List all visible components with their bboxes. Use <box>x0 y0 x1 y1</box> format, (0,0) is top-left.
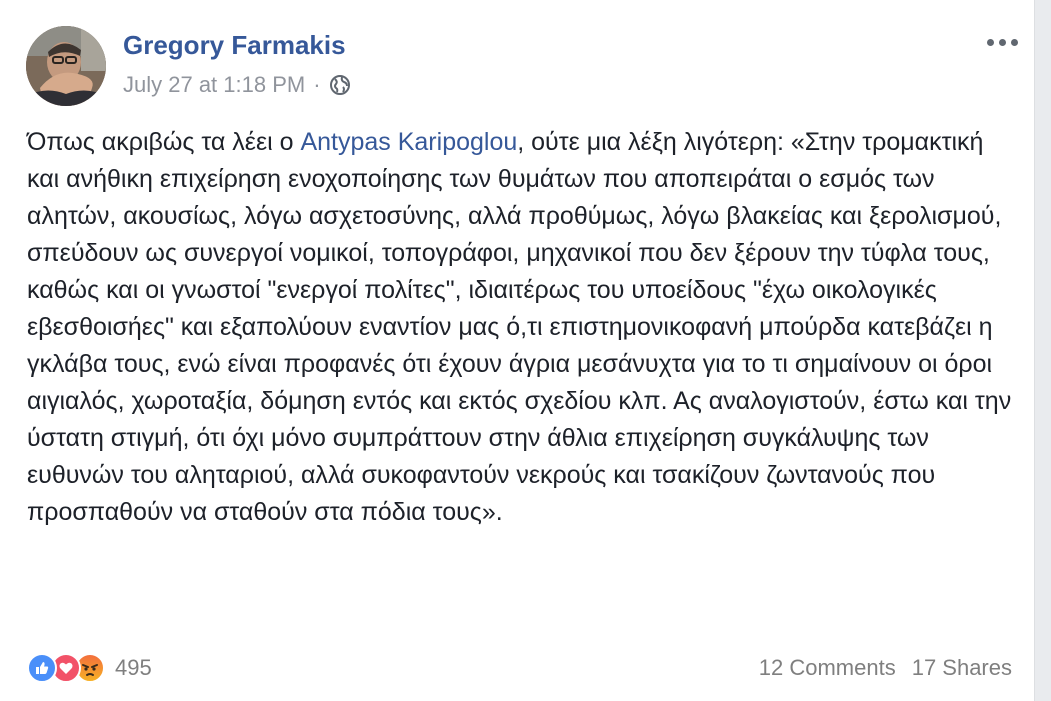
more-options-icon[interactable] <box>982 30 1022 54</box>
reaction-count: 495 <box>115 655 152 680</box>
author-name[interactable]: Gregory Farmakis <box>123 30 346 61</box>
post-body: Όπως ακριβώς τα λέει ο Antypas Karipoglo… <box>27 124 1017 531</box>
post-text-start: Όπως ακριβώς τα λέει ο <box>27 128 301 156</box>
more-dot <box>986 38 994 46</box>
shares-count[interactable]: 17 Shares <box>912 655 1012 681</box>
post-timestamp[interactable]: July 27 at 1:18 PM <box>123 72 305 98</box>
post-stats: 12 Comments 17 Shares <box>759 655 1012 681</box>
post-card: Gregory Farmakis July 27 at 1:18 PM · Όπ… <box>0 0 1035 701</box>
author-avatar[interactable] <box>26 26 106 106</box>
more-dot <box>998 38 1006 46</box>
avatar-photo <box>26 26 106 106</box>
post-footer: 495 12 Comments 17 Shares <box>27 648 1012 688</box>
post-text-rest: , ούτε μια λέξη λιγότερη: «Στην τρομακτι… <box>27 128 1012 526</box>
globe-icon[interactable] <box>329 74 351 96</box>
meta-separator: · <box>313 72 321 97</box>
reactions-summary[interactable]: 495 <box>27 653 152 683</box>
comments-count[interactable]: 12 Comments <box>759 655 896 681</box>
more-dot <box>1010 38 1018 46</box>
mention-link[interactable]: Antypas Karipoglou <box>300 128 517 156</box>
post-meta: July 27 at 1:18 PM · <box>123 72 351 98</box>
like-icon <box>27 653 57 683</box>
